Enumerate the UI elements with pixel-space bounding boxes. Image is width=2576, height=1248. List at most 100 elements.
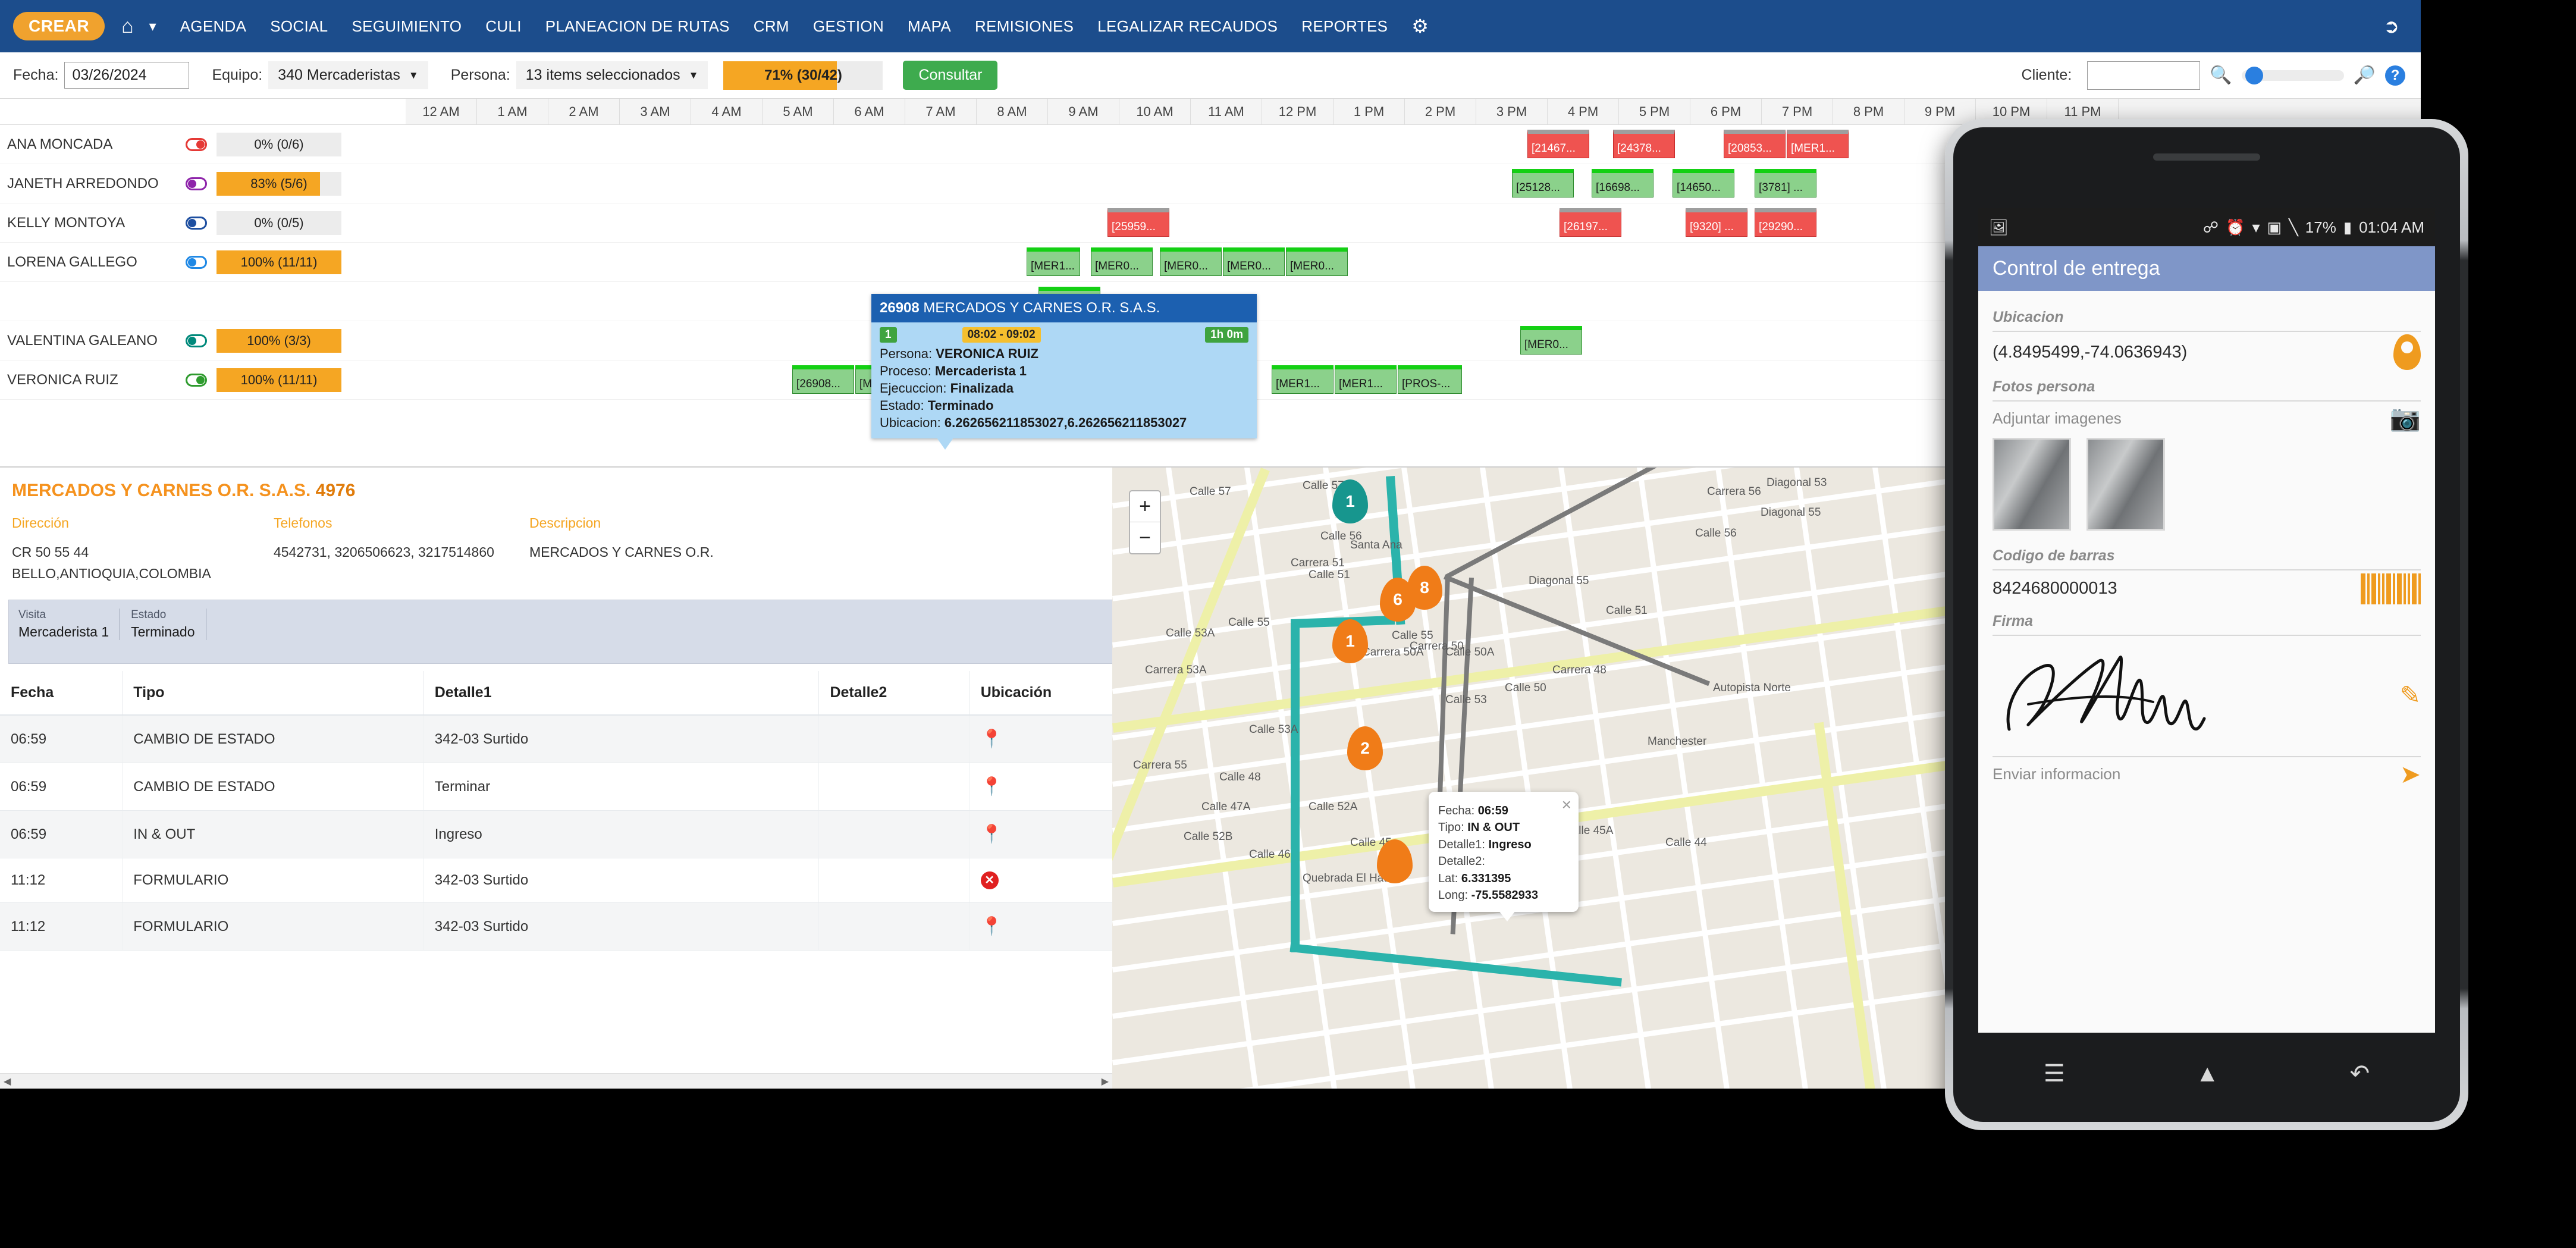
nav-item-social[interactable]: SOCIAL [270, 17, 328, 36]
popup-tipo-value: IN & OUT [1467, 821, 1520, 835]
gantt-person-toggle[interactable] [186, 334, 207, 347]
gantt-hour-tick: 11 AM [1191, 99, 1262, 124]
gantt-task-chip[interactable]: [9320] ... [1686, 208, 1747, 237]
nav-item-reportes[interactable]: REPORTES [1301, 17, 1388, 36]
gantt-task-chip[interactable]: [24378... [1613, 130, 1675, 158]
table-horizontal-scrollbar[interactable]: ◀ ▶ [0, 1073, 1112, 1089]
gantt-task-chip[interactable]: [MER1... [1787, 130, 1849, 158]
adjuntar-imagenes-label[interactable]: Adjuntar imagenes [1993, 409, 2122, 428]
chevron-down-icon[interactable]: ▾ [149, 18, 156, 35]
popup-detalle1-label: Detalle1: [1438, 838, 1485, 851]
gantt-task-chip[interactable]: [3781] ... [1755, 169, 1816, 197]
nav-item-remisiones[interactable]: REMISIONES [975, 17, 1074, 36]
gear-icon[interactable]: ⚙ [1411, 15, 1429, 37]
gantt-person-toggle[interactable] [186, 255, 207, 269]
map-street-label: Calle 57 [1190, 485, 1231, 498]
equipo-select[interactable]: 340 Mercaderistas ▼ [268, 61, 428, 89]
map-street-label: Calle 51 [1606, 604, 1648, 617]
nav-item-planeacion-de-rutas[interactable]: PLANEACION DE RUTAS [545, 17, 730, 36]
gantt-task-chip[interactable]: [20853... [1724, 130, 1786, 158]
close-icon[interactable]: × [1562, 795, 1571, 814]
client-detail-panel: MERCADOS Y CARNES O.R. S.A.S. 4976 Direc… [0, 468, 1190, 1089]
pencil-icon[interactable]: ✎ [2400, 681, 2421, 710]
photo-thumbnail[interactable] [2086, 438, 2165, 531]
gantt-task-chip[interactable]: [25959... [1107, 208, 1169, 237]
gantt-task-chip[interactable]: [16698... [1592, 169, 1653, 197]
map-zoom-in-button[interactable]: + [1130, 491, 1160, 522]
gantt-person-toggle[interactable] [186, 177, 207, 190]
camera-icon[interactable]: 📷 [2390, 404, 2421, 433]
zoom-slider-handle[interactable] [2245, 66, 2263, 84]
cliente-input[interactable] [2087, 61, 2201, 90]
map-zoom-out-button[interactable]: − [1130, 522, 1160, 553]
send-icon[interactable]: ➤ [2400, 760, 2421, 789]
menu-icon[interactable]: ☰ [2044, 1060, 2065, 1087]
col-header-detalle1[interactable]: Detalle1 [423, 671, 820, 716]
nav-item-crm[interactable]: CRM [754, 17, 789, 36]
gantt-task-chip[interactable]: [14650... [1673, 169, 1734, 197]
phone-app-title: Control de entrega [1978, 246, 2435, 291]
gantt-task-chip[interactable]: [29290... [1755, 208, 1816, 237]
gantt-task-chip[interactable]: [MER1... [1335, 365, 1397, 394]
gantt-task-chip[interactable]: [MER1... [1272, 365, 1334, 394]
photo-thumbnail[interactable] [1993, 438, 2071, 531]
scroll-left-arrow[interactable]: ◀ [4, 1075, 11, 1087]
col-header-tipo[interactable]: Tipo [122, 671, 424, 716]
logout-button[interactable]: ➲ [2383, 15, 2399, 37]
gantt-hour-tick: 4 AM [691, 99, 763, 124]
table-row[interactable]: 11:12FORMULARIO342-03 Surtido📍⋮ [0, 902, 1190, 951]
map-pin-icon[interactable]: 📍 [981, 729, 1003, 749]
create-button[interactable]: CREAR [13, 12, 105, 40]
table-row[interactable]: 06:59CAMBIO DE ESTADOTerminar📍⋮ [0, 763, 1190, 811]
gantt-task-chip[interactable]: [MER0... [1091, 247, 1153, 276]
home-icon[interactable]: ▲ [2195, 1061, 2219, 1087]
map-pin-icon[interactable]: 📍 [981, 777, 1003, 797]
gantt-person-toggle[interactable] [186, 137, 207, 151]
col-header-detalle2[interactable]: Detalle2 [818, 671, 970, 716]
map-pin-icon[interactable]: 📍 [981, 824, 1003, 844]
gantt-person-toggle[interactable] [186, 216, 207, 230]
gantt-hour-tick: 5 AM [763, 99, 834, 124]
gantt-task-chip[interactable]: [MER0... [1160, 247, 1222, 276]
nav-item-agenda[interactable]: AGENDA [180, 17, 247, 36]
zoom-out-icon[interactable]: 🔍 [2210, 65, 2232, 86]
map-pin-icon[interactable]: 📍 [981, 917, 1003, 936]
enviar-informacion-label[interactable]: Enviar informacion [1993, 765, 2120, 783]
nav-item-legalizar-recaudos[interactable]: LEGALIZAR RECAUDOS [1097, 17, 1278, 36]
gantt-task-chip[interactable]: [PROS-... [1398, 365, 1462, 394]
home-icon[interactable]: ⌂ [121, 16, 134, 36]
location-error-icon[interactable]: ✕ [980, 871, 999, 890]
gantt-task-chip[interactable]: [26197... [1560, 208, 1621, 237]
gantt-task-chip[interactable]: [MER0... [1286, 247, 1348, 276]
table-row[interactable]: 11:12FORMULARIO342-03 Surtido✕⋮ [0, 858, 1190, 904]
map-zoom-controls[interactable]: + − [1129, 490, 1161, 554]
gantt-task-chip[interactable]: [MER1... [1027, 247, 1080, 276]
tooltip-proceso-label: Proceso: [880, 363, 931, 379]
nav-item-gestion[interactable]: GESTION [813, 17, 884, 36]
col-header-fecha[interactable]: Fecha [0, 671, 123, 716]
gantt-task-chip[interactable]: [MER0... [1223, 247, 1285, 276]
consultar-button[interactable]: Consultar [903, 61, 998, 90]
zoom-in-icon[interactable]: 🔎 [2354, 65, 2376, 86]
nav-item-culi[interactable]: CULI [485, 17, 521, 36]
nav-item-mapa[interactable]: MAPA [908, 17, 951, 36]
fecha-input[interactable] [64, 62, 190, 89]
table-row[interactable]: 06:59IN & OUTIngreso📍⋮ [0, 810, 1190, 859]
popup-lat-value: 6.331395 [1461, 871, 1511, 885]
back-icon[interactable]: ↶ [2350, 1060, 2370, 1087]
persona-select[interactable]: 13 items seleccionados ▼ [516, 61, 708, 89]
barcode-icon[interactable] [2361, 573, 2421, 604]
scroll-right-arrow[interactable]: ▶ [1102, 1075, 1109, 1087]
gantt-row: VALENTINA GALEANO 100% (3/3) [0, 321, 406, 360]
map-pin-icon[interactable] [2393, 334, 2421, 370]
gantt-hour-tick: 10 AM [1119, 99, 1191, 124]
gantt-person-toggle[interactable] [186, 373, 207, 387]
table-row[interactable]: 06:59CAMBIO DE ESTADO342-03 Surtido📍⋮ [0, 715, 1190, 764]
zoom-slider[interactable] [2241, 66, 2344, 84]
gantt-task-chip[interactable]: [MER0... [1520, 326, 1582, 355]
gantt-task-chip[interactable]: [26908... [792, 365, 854, 394]
help-icon[interactable]: ? [2385, 65, 2405, 86]
gantt-task-chip[interactable]: [25128... [1512, 169, 1574, 197]
nav-item-seguimiento[interactable]: SEGUIMIENTO [352, 17, 462, 36]
gantt-task-chip[interactable]: [21467... [1527, 130, 1589, 158]
